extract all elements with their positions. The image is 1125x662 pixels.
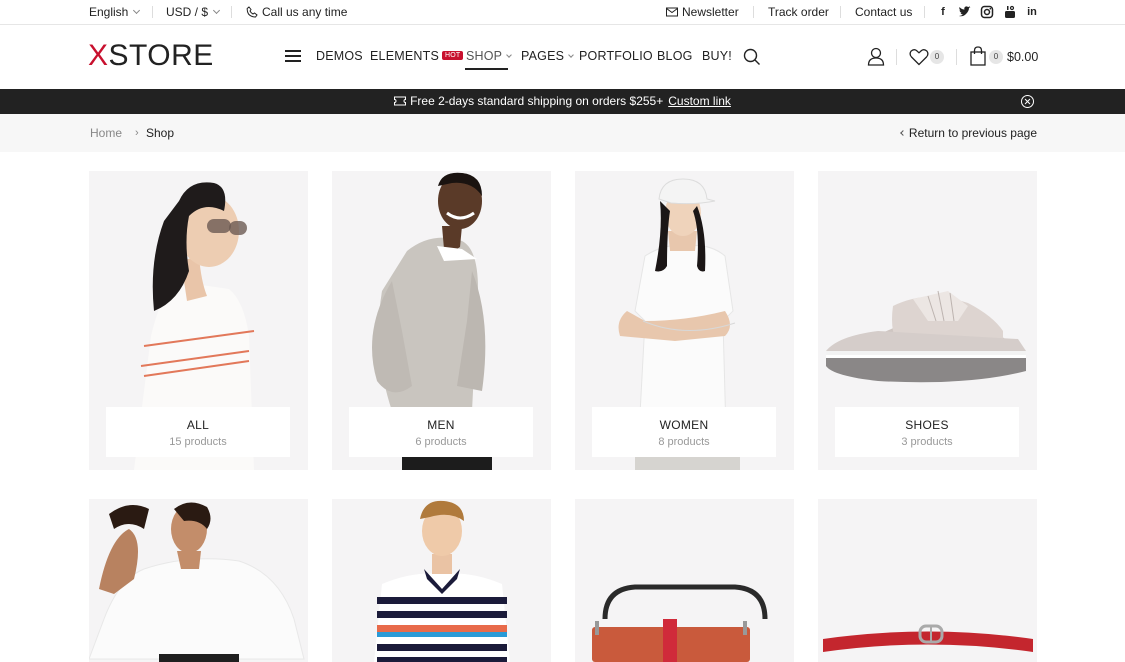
track-order-link[interactable]: Track order — [768, 0, 829, 24]
linkedin-icon[interactable]: in — [1025, 5, 1039, 19]
breadcrumb: Home › Shop Return to previous page — [0, 114, 1125, 152]
logo-x: X — [88, 39, 109, 72]
nav-buy[interactable]: BUY! — [702, 48, 732, 64]
promo-message: Free 2-days standard shipping on orders … — [0, 89, 1125, 114]
hot-badge: HOT — [441, 51, 464, 61]
divider — [753, 6, 754, 18]
category-label: SHOES 3 products — [835, 407, 1019, 457]
nav-portfolio[interactable]: PORTFOLIO — [579, 48, 653, 64]
category-card-women[interactable]: WOMEN 8 products — [575, 171, 794, 470]
divider — [924, 6, 925, 18]
category-title: WOMEN — [659, 418, 709, 432]
divider — [231, 6, 232, 18]
mail-icon — [666, 7, 678, 17]
promo-text: Free 2-days standard shipping on orders … — [410, 94, 664, 108]
category-image-woman-blouse — [89, 502, 305, 662]
close-icon[interactable] — [1021, 95, 1034, 108]
breadcrumb-current: Shop — [146, 126, 175, 140]
account-icon[interactable] — [867, 47, 885, 66]
category-card[interactable] — [89, 499, 308, 662]
breadcrumb-home-link[interactable]: Home — [90, 125, 122, 141]
language-label: English — [89, 5, 129, 19]
nav-pages[interactable]: PAGES — [521, 48, 574, 64]
main-header: XSTORE DEMOS ELEMENTS HOT SHOP PAGES PORT… — [0, 25, 1125, 89]
return-to-previous-page-link[interactable]: Return to previous page — [900, 125, 1037, 141]
category-title: ALL — [186, 418, 210, 432]
newsletter-label: Newsletter — [682, 5, 739, 19]
nav-elements-label: ELEMENTS — [370, 49, 439, 63]
currency-label: USD / $ — [166, 5, 209, 19]
nav-blog[interactable]: BLOG — [657, 48, 693, 64]
nav-shop-label: SHOP — [466, 49, 503, 63]
search-icon[interactable] — [743, 48, 761, 66]
category-label: MEN 6 products — [349, 407, 533, 457]
instagram-icon[interactable] — [980, 5, 994, 19]
active-nav-indicator — [465, 68, 508, 70]
hamburger-menu-icon[interactable] — [285, 50, 301, 62]
divider — [840, 6, 841, 18]
language-selector[interactable]: English — [89, 0, 141, 24]
divider — [896, 49, 897, 65]
xstore-logo[interactable]: XSTORE — [88, 41, 214, 71]
nav-elements[interactable]: ELEMENTS HOT — [370, 48, 464, 64]
nav-demos[interactable]: DEMOS — [316, 48, 363, 64]
cart-total[interactable]: $0.00 — [1007, 49, 1038, 65]
category-count: 3 products — [901, 436, 953, 448]
twitter-icon[interactable] — [958, 5, 972, 19]
chevron-down-icon — [133, 6, 141, 15]
currency-selector[interactable]: USD / $ — [166, 0, 221, 24]
youtube-icon[interactable] — [1003, 5, 1017, 19]
category-image-man-striped-polo — [374, 500, 510, 662]
category-card[interactable] — [818, 499, 1037, 662]
facebook-icon[interactable]: f — [936, 5, 950, 19]
chevron-down-icon — [568, 52, 574, 58]
category-label: ALL 15 products — [106, 407, 290, 457]
chevron-right-icon: › — [135, 127, 139, 139]
ticket-icon — [394, 96, 407, 106]
cart-bag-icon[interactable] — [970, 46, 986, 66]
cart-count-badge: 0 — [989, 50, 1003, 64]
promo-custom-link[interactable]: Custom link — [668, 94, 731, 108]
wishlist-heart-icon[interactable] — [909, 48, 929, 66]
call-us-link[interactable]: Call us any time — [246, 0, 347, 24]
call-us-label: Call us any time — [262, 5, 348, 19]
category-title: SHOES — [905, 418, 949, 432]
category-card-men[interactable]: MEN 6 products — [332, 171, 551, 470]
category-image-handbag — [592, 584, 768, 662]
wishlist-count-badge: 0 — [930, 50, 944, 64]
chevron-down-icon — [506, 52, 513, 58]
logo-store: STORE — [108, 39, 214, 72]
contact-us-link[interactable]: Contact us — [855, 0, 912, 24]
nav-pages-label: PAGES — [521, 49, 565, 63]
promo-bar: Free 2-days standard shipping on orders … — [0, 89, 1125, 114]
category-card[interactable] — [332, 499, 551, 662]
category-label: WOMEN 8 products — [592, 407, 776, 457]
category-image-belt — [823, 624, 1033, 652]
divider — [152, 6, 153, 18]
newsletter-link[interactable]: Newsletter — [666, 0, 739, 24]
phone-icon — [246, 6, 258, 18]
category-card-shoes[interactable]: SHOES 3 products — [818, 171, 1037, 470]
return-label: Return to previous page — [908, 126, 1037, 140]
category-title: MEN — [427, 418, 455, 432]
divider — [956, 49, 957, 65]
category-count: 8 products — [658, 436, 710, 448]
top-utility-bar: English USD / $ Call us any time Newslet… — [0, 0, 1125, 25]
chevron-left-icon — [900, 130, 906, 136]
chevron-down-icon — [212, 6, 221, 15]
nav-shop[interactable]: SHOP — [466, 48, 513, 64]
category-count: 6 products — [415, 436, 467, 448]
category-count: 15 products — [169, 436, 227, 448]
category-card-all[interactable]: ALL 15 products — [89, 171, 308, 470]
category-card[interactable] — [575, 499, 794, 662]
